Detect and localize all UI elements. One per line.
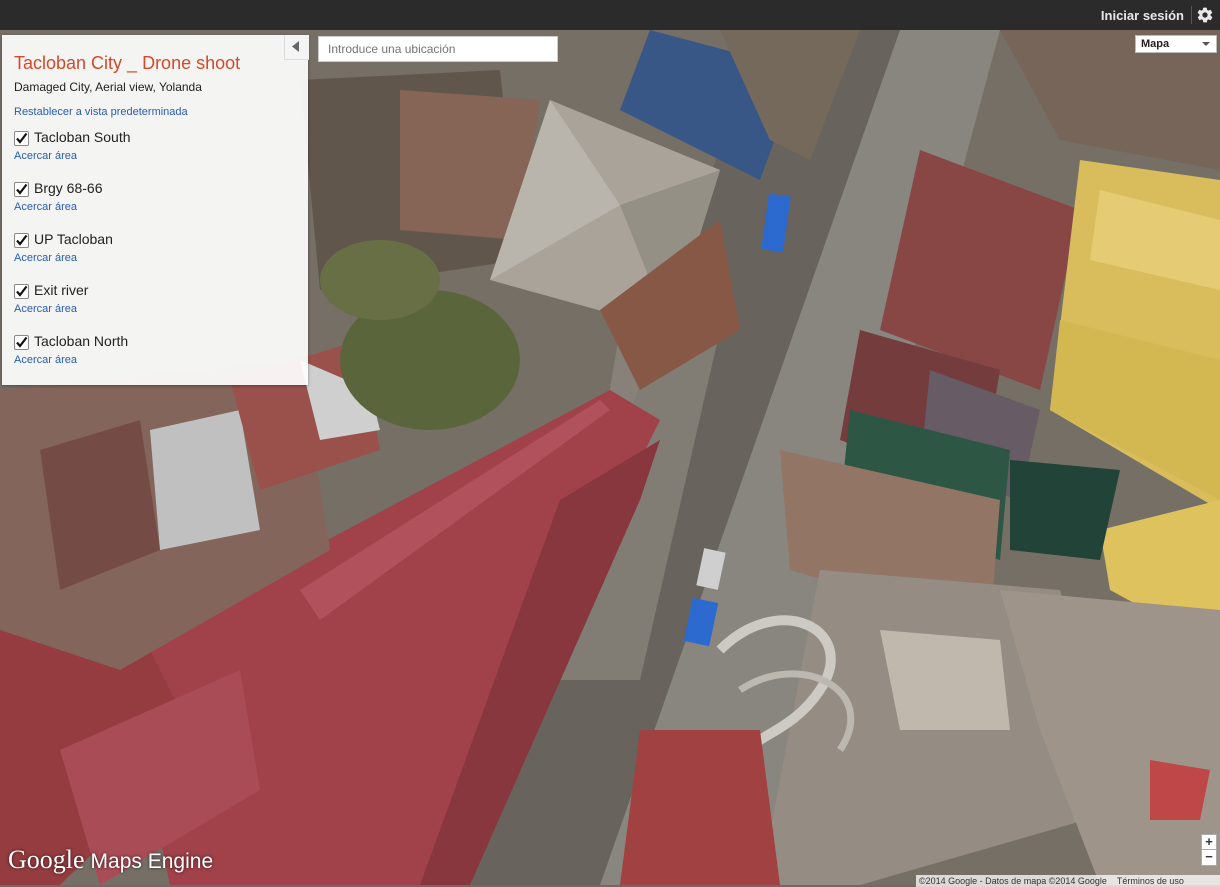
- zoom-out-button[interactable]: −: [1201, 850, 1217, 866]
- checkmark-icon: [16, 183, 28, 195]
- logo-product: Maps Engine: [90, 850, 214, 873]
- checkmark-icon: [16, 285, 28, 297]
- layer-checkbox[interactable]: [14, 335, 29, 350]
- layer-checkbox[interactable]: [14, 284, 29, 299]
- layer-name[interactable]: Exit river: [34, 282, 88, 298]
- layer-checkbox[interactable]: [14, 233, 29, 248]
- signin-link[interactable]: Iniciar sesión: [1101, 8, 1184, 23]
- zoom-to-area-link[interactable]: Acercar área: [14, 252, 77, 264]
- top-bar: Iniciar sesión: [0, 0, 1220, 30]
- chevron-left-icon: [292, 41, 299, 52]
- map-type-label: Mapa: [1141, 38, 1170, 50]
- map-title: Tacloban City _ Drone shoot: [14, 53, 241, 73]
- zoom-to-area-link[interactable]: Acercar área: [14, 201, 77, 213]
- layer-name[interactable]: Tacloban South: [34, 129, 131, 145]
- checkmark-icon: [16, 336, 28, 348]
- zoom-to-area-link[interactable]: Acercar área: [14, 303, 77, 315]
- layer-name[interactable]: UP Tacloban: [34, 231, 113, 247]
- layer-item: UP Tacloban Acercar área: [14, 231, 294, 273]
- layer-item: Tacloban North Acercar área: [14, 333, 294, 375]
- logo-google: Google: [8, 845, 85, 874]
- layer-name[interactable]: Tacloban North: [34, 333, 128, 349]
- layer-checkbox[interactable]: [14, 131, 29, 146]
- google-maps-engine-logo: Google Maps Engine: [8, 845, 213, 875]
- checkmark-icon: [16, 132, 28, 144]
- reset-view-link[interactable]: Restablecer a vista predeterminada: [14, 106, 188, 118]
- layers-panel: Tacloban City _ Drone shoot Damaged City…: [2, 35, 308, 385]
- checkmark-icon: [16, 234, 28, 246]
- zoom-to-area-link[interactable]: Acercar área: [14, 354, 77, 366]
- layer-item: Brgy 68-66 Acercar área: [14, 180, 294, 222]
- map-description: Damaged City, Aerial view, Yolanda: [14, 80, 202, 94]
- gear-icon[interactable]: [1196, 6, 1214, 24]
- topbar-divider: [1191, 6, 1192, 24]
- layer-item: Exit river Acercar área: [14, 282, 294, 324]
- zoom-to-area-link[interactable]: Acercar área: [14, 150, 77, 162]
- layer-item: Tacloban South Acercar área: [14, 129, 294, 171]
- chevron-down-icon: [1202, 42, 1210, 46]
- zoom-controls: + −: [1201, 834, 1217, 866]
- map-attribution: ©2014 Google - Datos de mapa ©2014 Googl…: [916, 875, 1220, 887]
- collapse-panel-button[interactable]: [284, 35, 309, 60]
- map-type-dropdown[interactable]: Mapa: [1135, 35, 1217, 53]
- layer-name[interactable]: Brgy 68-66: [34, 180, 102, 196]
- zoom-in-button[interactable]: +: [1201, 834, 1217, 850]
- location-search-input[interactable]: [318, 36, 558, 62]
- layer-checkbox[interactable]: [14, 182, 29, 197]
